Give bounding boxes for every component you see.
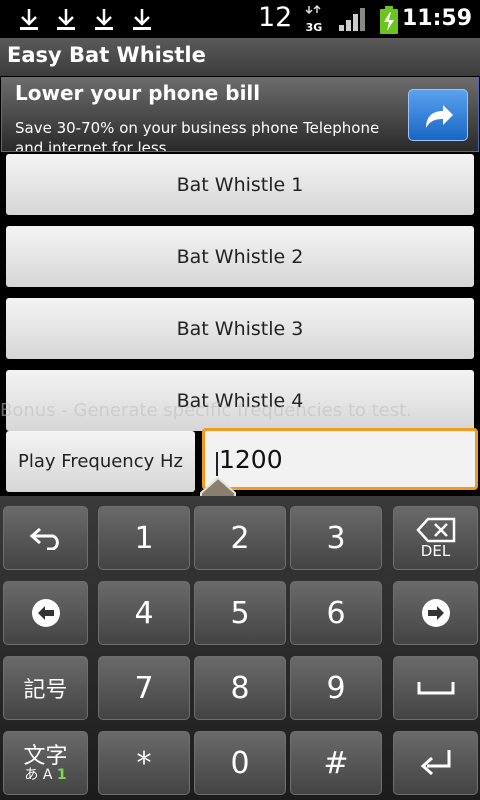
undo-arrow-icon [29,527,59,550]
signal-icon [339,8,365,31]
ad-text: Save 30-70% on your business phone Telep… [15,119,380,152]
key-9[interactable]: 9 [290,656,382,720]
key-3[interactable]: 3 [290,506,382,570]
ad-share-button[interactable] [408,89,468,141]
key-4[interactable]: 4 [98,581,190,645]
bat-whistle-2-button[interactable]: Bat Whistle 2 [6,226,474,287]
numeric-keyboard: 1 2 3 DEL 4 5 6 記号 7 8 9 文字 あ A 1 * 0 # [0,496,480,800]
input-mode-sub: あ A 1 [24,767,67,783]
key-6[interactable]: 6 [290,581,382,645]
symbols-key[interactable]: 記号 [3,656,88,720]
delete-key[interactable]: DEL [393,506,478,570]
key-1[interactable]: 1 [98,506,190,570]
play-frequency-button[interactable]: Play Frequency Hz [6,431,195,492]
enter-key[interactable] [393,731,478,795]
data-3g-icon: 3G [305,4,323,34]
key-2[interactable]: 2 [194,506,286,570]
app-title: Easy Bat Whistle [7,43,206,67]
cursor-left-key[interactable] [3,581,88,645]
key-7[interactable]: 7 [98,656,190,720]
download-icon [57,9,75,30]
ad-title: Lower your phone bill [15,81,261,105]
delete-label: DEL [420,542,451,560]
key-8[interactable]: 8 [194,656,286,720]
download-icon [95,9,113,30]
cursor-right-key[interactable] [393,581,478,645]
app-title-bar: Easy Bat Whistle [0,38,480,76]
key-hash[interactable]: # [290,731,382,795]
text-caret [216,452,218,476]
right-arrow-icon [421,599,450,627]
key-5[interactable]: 5 [194,581,286,645]
download-icon [133,9,151,30]
key-star[interactable]: * [98,731,190,795]
bat-whistle-3-button[interactable]: Bat Whistle 3 [6,298,474,359]
space-key[interactable] [393,656,478,720]
backspace-icon [415,517,455,543]
battery-charging-icon [380,6,398,34]
enter-icon [420,750,450,776]
left-arrow-icon [31,599,60,627]
input-mode-key[interactable]: 文字 あ A 1 [3,731,88,795]
status-bar: 12 3G 11:59 [0,0,480,38]
back-key[interactable] [3,506,88,570]
space-bar-icon [417,682,454,695]
svg-text:3G: 3G [306,21,323,34]
download-icon [20,9,38,30]
bat-whistle-1-button[interactable]: Bat Whistle 1 [6,154,474,215]
clock: 11:59 [401,6,472,31]
bonus-label: Bonus - Generate specific frequencies to… [0,400,412,421]
notification-count: 12 [258,2,293,33]
share-arrow-icon [426,105,453,128]
frequency-input[interactable]: 1200 [202,428,478,490]
key-0[interactable]: 0 [194,731,286,795]
ad-banner[interactable]: Lower your phone bill Save 30-70% on you… [1,77,479,152]
